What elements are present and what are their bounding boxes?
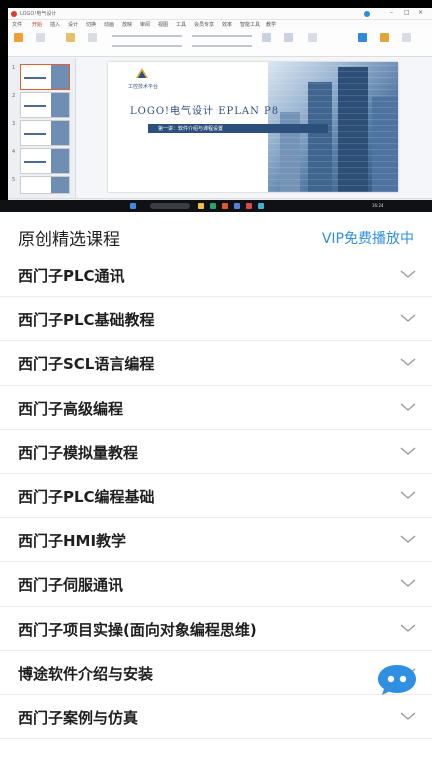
- chevron-down-icon[interactable]: [400, 268, 416, 280]
- menu-item: 设计: [68, 22, 79, 28]
- menu-item: 动画: [104, 22, 115, 28]
- menu-item: 会员专享: [194, 22, 215, 28]
- slide-thumbnail: 1: [12, 64, 70, 90]
- maximize-icon: □: [404, 9, 410, 16]
- menu-item: 视图: [158, 22, 169, 28]
- shape-icon: [262, 33, 271, 42]
- app-icon: [234, 203, 240, 209]
- layout-icon: [88, 33, 97, 42]
- taskbar-clock: 16:24: [372, 203, 384, 208]
- folder-icon: [198, 203, 204, 209]
- course-name: 西门子SCL语言编程: [18, 355, 155, 374]
- ai-tool-icon: [380, 33, 389, 42]
- share-icon: [358, 33, 367, 42]
- course-name: 西门子PLC基础教程: [18, 311, 155, 330]
- course-name: 西门子高级编程: [18, 399, 124, 418]
- course-item[interactable]: 西门子PLC基础教程: [0, 297, 432, 342]
- menu-item: 智能工具: [240, 22, 261, 28]
- platform-logo-icon: [136, 68, 148, 78]
- course-item[interactable]: 西门子高级编程: [0, 386, 432, 430]
- window-title: LOGO!电气设计: [20, 11, 57, 17]
- paste-icon: [14, 33, 23, 42]
- close-icon: ×: [418, 9, 424, 16]
- menu-item: 审阅: [140, 22, 151, 28]
- find-icon: [308, 33, 317, 42]
- chevron-down-icon[interactable]: [400, 401, 416, 413]
- course-item[interactable]: 西门子项目实操(面向对象编程思维): [0, 607, 432, 651]
- chevron-down-icon[interactable]: [400, 489, 416, 501]
- slide-subtitle: 第一讲：软件介绍与课程设置: [158, 126, 224, 132]
- user-avatar-icon: [364, 11, 370, 17]
- course-item[interactable]: 西门子PLC编程基础: [0, 474, 432, 519]
- slide-thumbnail-panel: 1 2 3 4 5: [8, 58, 76, 198]
- course-name: 西门子PLC编程基础: [18, 487, 155, 506]
- browser-icon: [210, 203, 216, 209]
- ribbon-toolbar: [8, 29, 432, 57]
- chevron-down-icon[interactable]: [400, 356, 416, 368]
- course-item[interactable]: 博途软件介绍与安装: [0, 651, 432, 695]
- chat-bubble-icon[interactable]: [377, 663, 417, 697]
- minimize-icon: –: [390, 9, 393, 16]
- chevron-down-icon[interactable]: [400, 533, 416, 545]
- course-name: 西门子案例与仿真: [18, 708, 139, 727]
- app-logo-icon: [11, 11, 17, 17]
- menu-item: 文件: [12, 22, 23, 28]
- course-name: 博途软件介绍与安装: [18, 664, 154, 683]
- font-selector: [112, 35, 182, 37]
- course-name: 西门子HMI教学: [18, 532, 127, 551]
- chevron-down-icon[interactable]: [400, 312, 416, 324]
- chevron-down-icon[interactable]: [400, 710, 416, 722]
- app-menu-bar: 文件 开始 插入 设计 切换 动画 放映 审阅 视图 工具 会员专享 效率 智能…: [8, 20, 432, 29]
- slide-thumbnail: 4: [12, 148, 70, 174]
- section-title: 原创精选课程: [18, 230, 120, 250]
- platform-label: 工控技术平台: [128, 84, 159, 90]
- menu-item: 开始: [32, 22, 43, 28]
- more-icon: [402, 33, 411, 42]
- arrange-icon: [284, 33, 293, 42]
- slide-title: LOGO!电气设计 EPLAN P8: [130, 106, 280, 117]
- new-slide-icon: [66, 33, 75, 42]
- slide-thumbnail: 3: [12, 120, 70, 146]
- slide-thumbnail: 2: [12, 92, 70, 118]
- taskbar-search: [150, 203, 190, 209]
- video-player[interactable]: LOGO!电气设计 – □ × 文件 开始 插入 设计 切换 动画 放映 审阅 …: [0, 0, 432, 212]
- course-item[interactable]: 西门子SCL语言编程: [0, 341, 432, 386]
- menu-item: 切换: [86, 22, 97, 28]
- course-name: 西门子模拟量教程: [18, 443, 139, 462]
- menu-item: 教学: [266, 22, 277, 28]
- slide-canvas: 工控技术平台 LOGO!电气设计 EPLAN P8 第一讲：软件介绍与课程设置: [108, 62, 398, 192]
- menu-item: 工具: [176, 22, 187, 28]
- app-title-bar: LOGO!电气设计 – □ ×: [8, 8, 432, 20]
- menu-item: 插入: [50, 22, 61, 28]
- course-name: 西门子伺服通讯: [18, 576, 124, 595]
- chevron-down-icon[interactable]: [400, 445, 416, 457]
- start-icon: [130, 203, 136, 209]
- video-frame: LOGO!电气设计 – □ × 文件 开始 插入 设计 切换 动画 放映 审阅 …: [8, 8, 432, 208]
- os-taskbar: 16:24: [0, 200, 432, 212]
- align-row: [192, 45, 252, 47]
- slide-thumbnail: 5: [12, 176, 70, 194]
- course-item[interactable]: 西门子PLC通讯: [0, 253, 432, 298]
- course-item[interactable]: 西门子案例与仿真: [0, 695, 432, 740]
- app-icon: [258, 203, 264, 209]
- course-list: 西门子PLC通讯 西门子PLC基础教程 西门子SCL语言编程 西门子高级编程 西…: [0, 253, 432, 740]
- app-icon: [246, 203, 252, 209]
- font-style-row: [112, 45, 182, 47]
- format-icon: [36, 33, 45, 42]
- chevron-down-icon[interactable]: [400, 622, 416, 634]
- course-item[interactable]: 西门子模拟量教程: [0, 430, 432, 474]
- menu-item: 放映: [122, 22, 133, 28]
- chevron-down-icon[interactable]: [400, 577, 416, 589]
- course-name: 西门子项目实操(面向对象编程思维): [18, 620, 257, 639]
- vip-free-play-link[interactable]: VIP免费播放中: [322, 228, 414, 248]
- menu-item: 效率: [222, 22, 233, 28]
- course-item[interactable]: 西门子HMI教学: [0, 518, 432, 563]
- wps-icon: [222, 203, 228, 209]
- paragraph-row: [192, 35, 252, 37]
- course-item[interactable]: 西门子伺服通讯: [0, 562, 432, 607]
- course-name: 西门子PLC通讯: [18, 267, 125, 285]
- course-list-header: 原创精选课程 VIP免费播放中: [0, 214, 432, 258]
